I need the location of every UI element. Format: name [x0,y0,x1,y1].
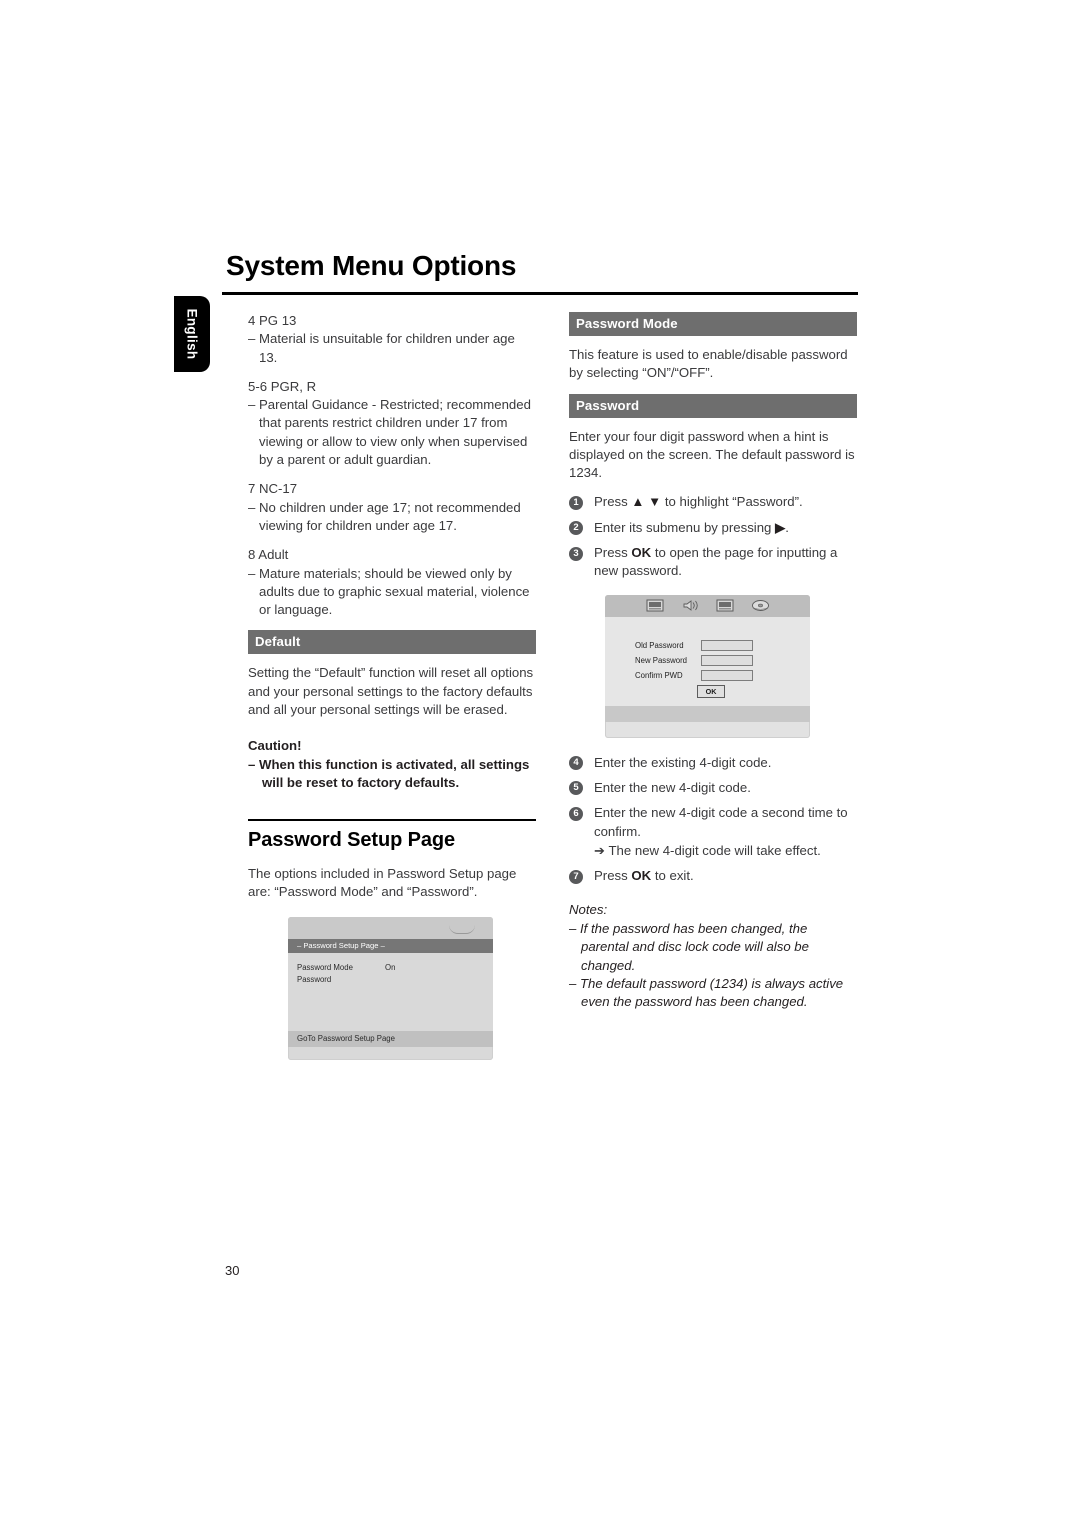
list-item: 5 Enter the new 4-digit code. [569,779,857,797]
step-number-badge: 6 [569,806,583,821]
subheading-divider [248,818,536,821]
section-bar-password: Password [569,393,857,418]
note-item: – The default password (1234) is always … [569,976,844,1010]
note-item: – If the password has been changed, the … [569,920,809,973]
language-tab: English [174,296,210,372]
caution-text: – When this function is activated, all s… [248,756,530,791]
list-item: 2 Enter its submenu by pressing ▶. [569,519,857,537]
new-password-input[interactable] [701,654,753,666]
password-fields-group: Old Password New Password Confirm PWD [635,639,753,685]
step-number-badge: 1 [569,495,583,510]
osd-body: Password Mode On Password GoTo Password … [288,953,493,1048]
rating-heading: 5-6 PGR, R [248,378,317,394]
steps-list-before: 1 Press ▲ ▼ to highlight “Password”. 2 E… [569,493,857,580]
step-key: OK [631,545,652,561]
field-row: Confirm PWD [635,669,753,681]
step-text-pre: Enter the existing 4-digit code. [594,754,772,770]
old-password-label: Old Password [635,640,684,650]
osd-row: Password [297,974,493,986]
rating-heading: 4 PG 13 [248,313,297,328]
title-divider [222,292,858,295]
new-password-label: New Password [635,655,687,665]
step-key: ▶ [775,519,786,535]
step-text-pre: Press [594,868,632,884]
step-number-badge: 5 [569,781,583,796]
default-section-body: Setting the “Default” function will rese… [248,665,534,718]
osd-password-dialog-screenshot: Old Password New Password Confirm PWD OK [605,594,810,738]
language-tab-label: English [184,308,200,360]
field-row: New Password [635,654,753,666]
osd-header-strip [288,917,493,940]
list-item: 7 Press OK to exit. [569,867,857,885]
step-number-badge: 2 [569,521,583,536]
password-mode-body: This feature is used to enable/disable p… [569,347,848,381]
step-text-pre: Press [594,494,632,510]
osd-dialog-body: Old Password New Password Confirm PWD OK [605,616,810,722]
confirm-pwd-label: Confirm PWD [635,670,683,680]
list-item: 4 Enter the existing 4-digit code. [569,754,857,772]
osd-row-value: On [385,963,396,973]
password-setup-heading-block: Password Setup Page [248,818,536,852]
disc-icon [751,600,769,612]
step-text-pre: Enter its submenu by pressing [594,519,776,535]
password-setup-body: The options included in Password Setup p… [248,865,517,899]
document-page: English System Menu Options 4 PG 13 – Ma… [0,0,1080,1528]
step-key: OK [631,868,652,884]
page-number: 30 [225,1263,240,1278]
step-text-post: . [785,519,789,535]
notes-block: Notes: – If the password has been change… [569,901,857,1011]
old-password-input[interactable] [701,639,753,651]
step-number-badge: 7 [569,869,583,884]
notes-title: Notes: [569,902,608,918]
section-bar-password-mode: Password Mode [569,312,857,336]
speaker-icon [683,600,698,612]
password-setup-heading: Password Setup Page [248,828,456,851]
step-key: ▲ ▼ [631,494,662,510]
caution-title: Caution! [248,738,302,754]
rating-item: 8 Adult – Mature materials; should be vi… [248,546,536,619]
osd-title-bar: – Password Setup Page – [288,939,493,954]
password-body: Enter your four digit password when a hi… [569,428,855,481]
osd-dialog-footer [605,705,810,722]
osd-row: Password Mode On [297,962,493,974]
rating-text: – Mature materials; should be viewed onl… [248,565,530,618]
ok-button[interactable]: OK [697,684,725,698]
left-column: 4 PG 13 – Material is unsuitable for chi… [248,312,536,1061]
confirm-pwd-input[interactable] [701,669,753,681]
steps-list-after: 4 Enter the existing 4-digit code. 5 Ent… [569,754,857,886]
step-result-note: ➔ The new 4-digit code will take effect. [594,842,821,858]
right-column: Password Mode This feature is used to en… [569,312,857,1012]
osd-password-setup-screenshot: – Password Setup Page – Password Mode On… [288,917,493,1061]
rating-heading: 7 NC-17 [248,481,298,497]
step-number-badge: 3 [569,546,583,561]
step-text-post: to exit. [651,868,694,884]
osd-footer: GoTo Password Setup Page [288,1031,493,1048]
osd-icon-strip [605,594,810,617]
list-item: 6 Enter the new 4-digit code a second ti… [569,804,857,860]
rating-text: – No children under age 17; not recommen… [248,499,521,533]
tv-screen-icon [646,599,663,612]
smile-arc-icon [449,925,475,935]
osd-row-label: Password [297,975,332,985]
step-text-pre: Press [594,545,632,561]
list-item: 3 Press OK to open the page for inputtin… [569,544,857,581]
page-title: System Menu Options [226,250,517,281]
step-text-pre: Enter the new 4-digit code. [594,779,751,795]
section-bar-default: Default [248,630,536,655]
rating-text: – Material is unsuitable for children un… [248,331,515,365]
osd-row-label: Password Mode [297,963,353,973]
rating-text: – Parental Guidance - Restricted; recomm… [248,397,531,468]
tv-screen-icon [716,599,733,612]
step-text-post: to highlight “Password”. [661,494,803,510]
step-text-pre: Enter the new 4-digit code a second time… [594,805,848,839]
rating-heading: 8 Adult [248,547,289,563]
caution-block: Caution! – When this function is activat… [248,737,536,792]
rating-item: 7 NC-17 – No children under age 17; not … [248,480,536,535]
rating-item: 4 PG 13 – Material is unsuitable for chi… [248,312,536,367]
list-item: 1 Press ▲ ▼ to highlight “Password”. [569,493,857,511]
rating-item: 5-6 PGR, R – Parental Guidance - Restric… [248,378,536,469]
step-number-badge: 4 [569,756,583,771]
field-row: Old Password [635,639,753,651]
